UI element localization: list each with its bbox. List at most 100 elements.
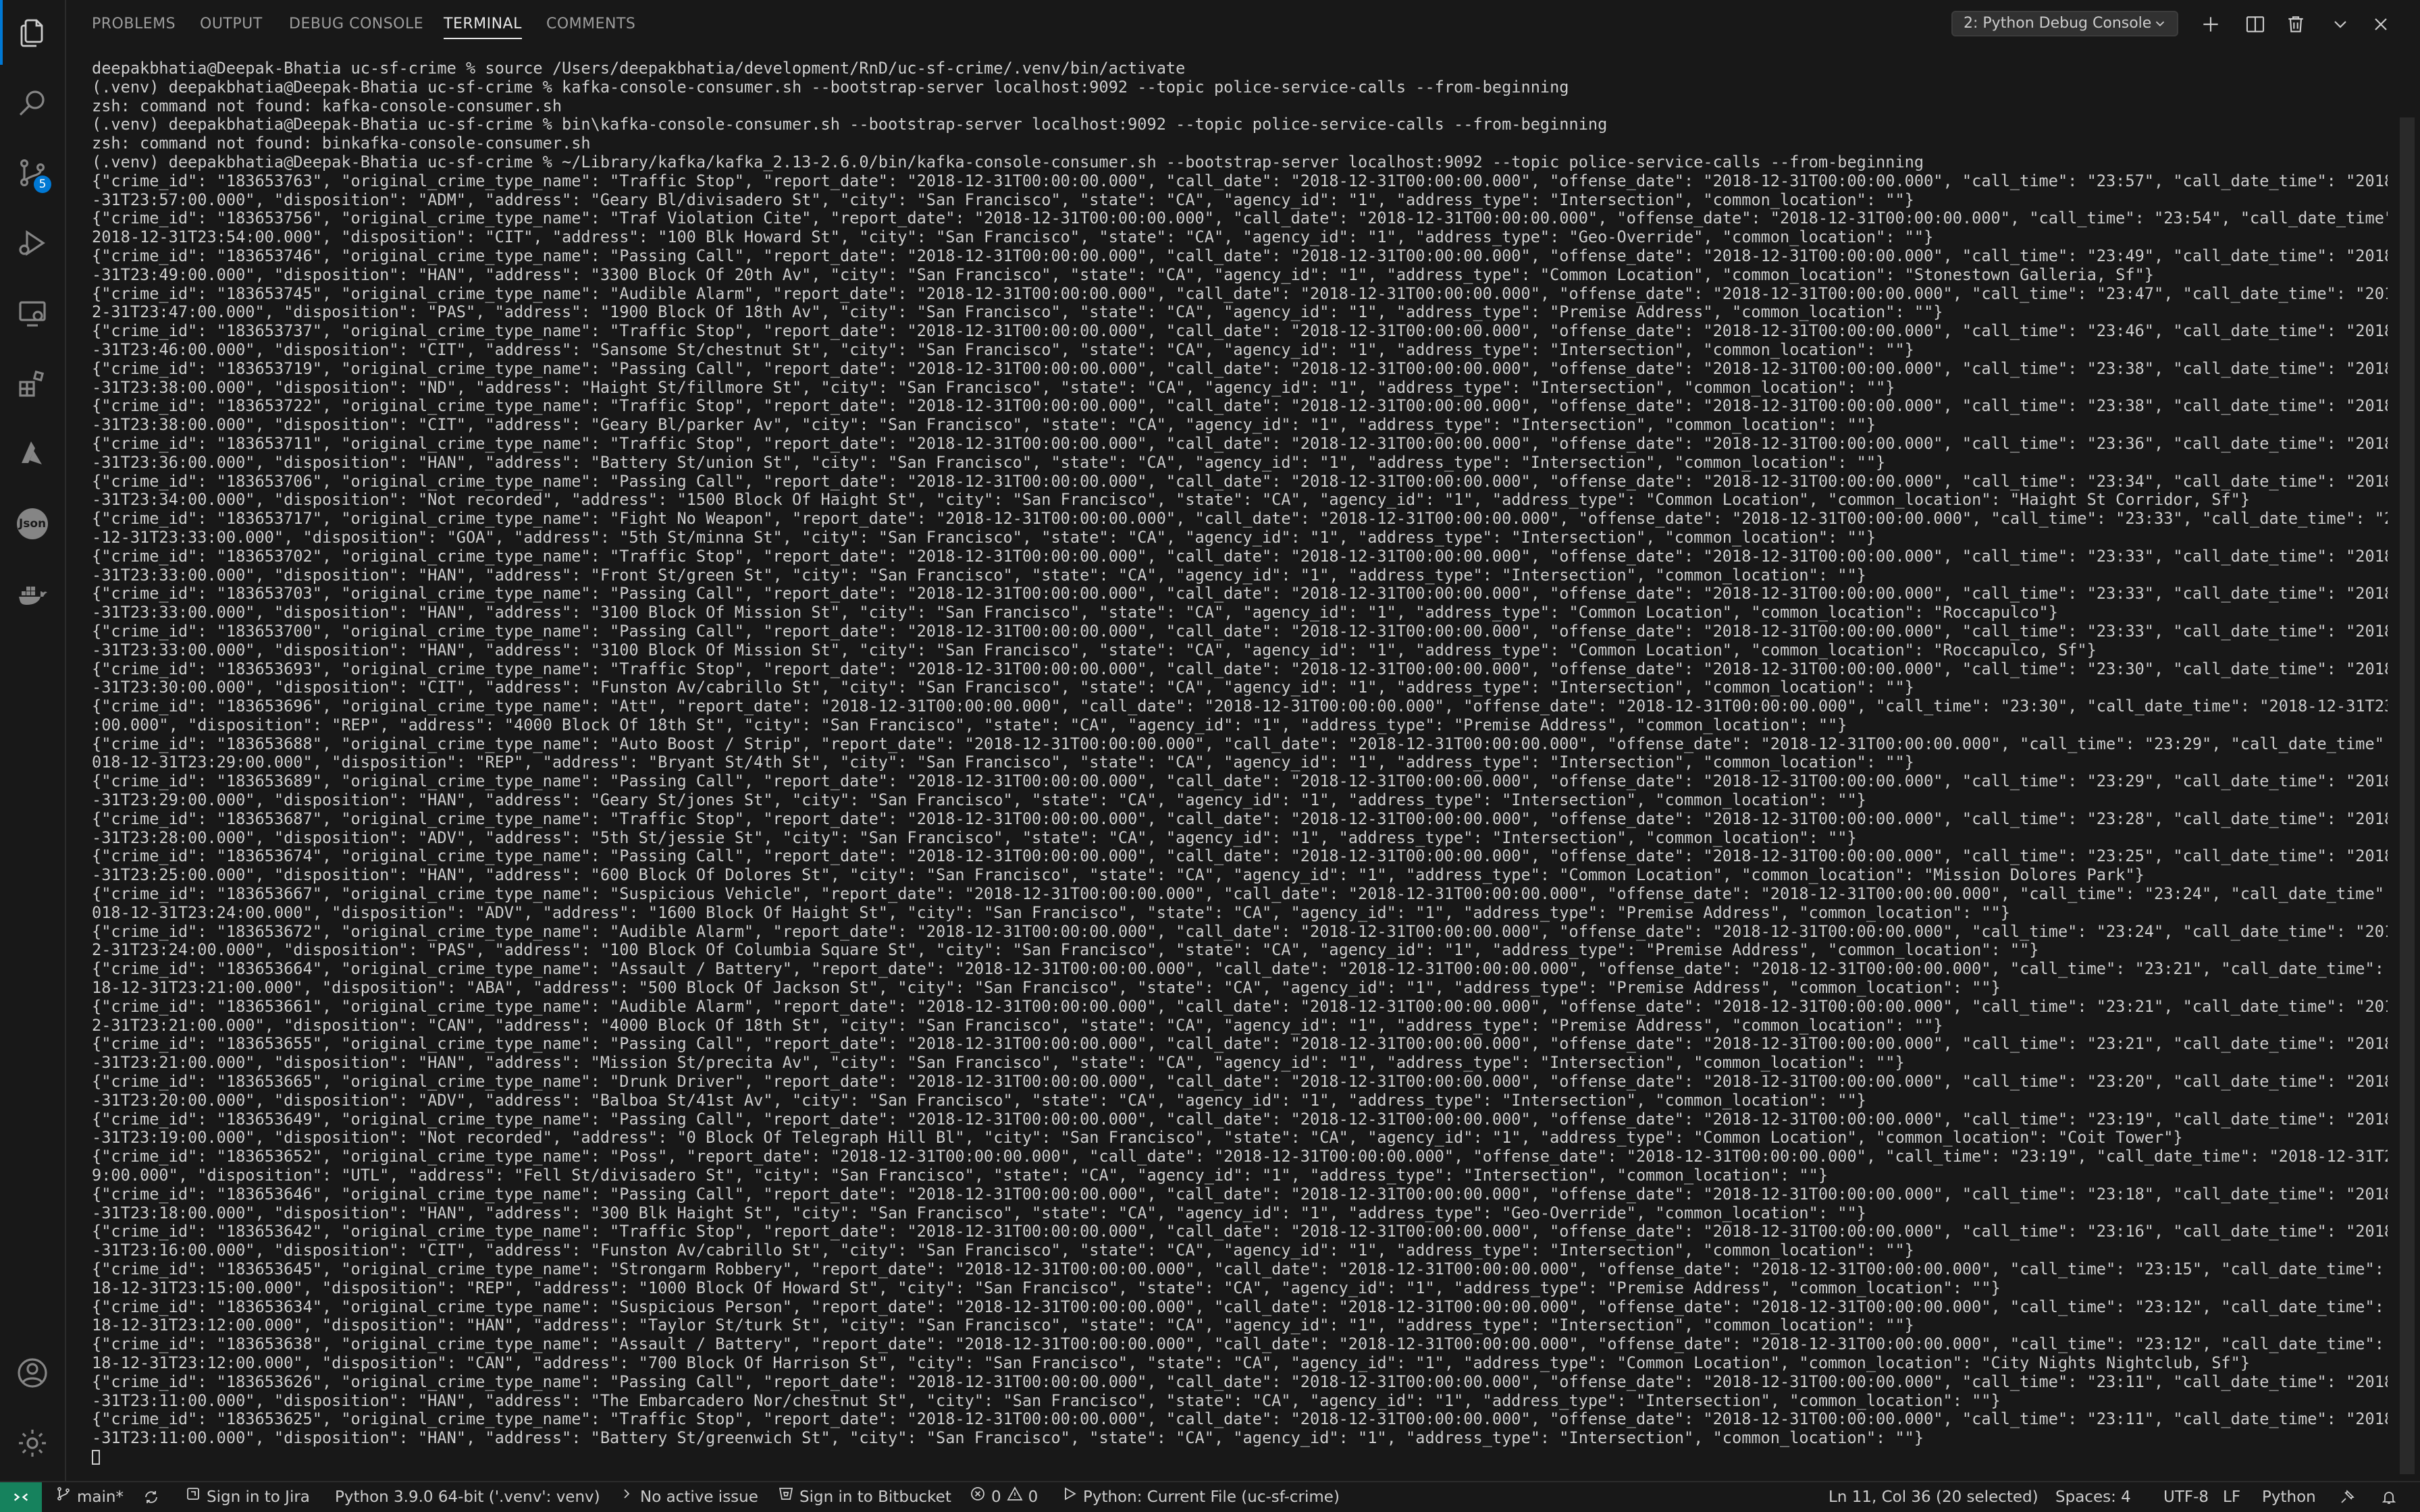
terminal-line: -31T23:30:00.000", "disposition": "CIT",… — [92, 678, 1914, 697]
terminal-line: {"crime_id": "183653649", "original_crim… — [92, 1109, 2388, 1129]
terminal-line: {"crime_id": "183653634", "original_crim… — [92, 1297, 2388, 1316]
tab-terminal[interactable]: TERMINAL — [444, 0, 522, 49]
terminal-line: {"crime_id": "183653688", "original_crim… — [92, 734, 2388, 753]
remote-explorer-icon[interactable] — [0, 281, 65, 346]
terminal-line: -31T23:36:00.000", "disposition": "HAN",… — [92, 452, 1886, 472]
sync-icon[interactable] — [143, 1482, 159, 1512]
terminal-line: -31T23:49:00.000", "disposition": "HAN",… — [92, 265, 2154, 284]
terminal-line: 2-31T23:47:00.000", "disposition": "PAS"… — [92, 302, 1943, 322]
tab-output[interactable]: OUTPUT — [200, 0, 263, 49]
git-branch-icon — [55, 1482, 72, 1512]
terminal-line: {"crime_id": "183653661", "original_crim… — [92, 996, 2388, 1016]
terminal-line: {"crime_id": "183653638", "original_crim… — [92, 1334, 2388, 1354]
terminal-line: {"crime_id": "183653745", "original_crim… — [92, 284, 2388, 303]
terminal-line: {"crime_id": "183653719", "original_crim… — [92, 358, 2388, 378]
bitbucket-sign-in[interactable]: Sign in to Bitbucket — [778, 1482, 951, 1512]
terminal-line: 2-31T23:21:00.000", "disposition": "CAN"… — [92, 1015, 1943, 1035]
terminal-line: {"crime_id": "183653642", "original_crim… — [92, 1222, 2388, 1241]
terminal-line: {"crime_id": "183653693", "original_crim… — [92, 659, 2388, 678]
notifications-bell-icon[interactable] — [2381, 1482, 2397, 1512]
terminal-line: -31T23:11:00.000", "disposition": "HAN",… — [92, 1390, 2001, 1410]
remote-indicator[interactable] — [0, 1482, 42, 1512]
end-of-line[interactable]: LF — [2223, 1482, 2240, 1512]
terminal-line: {"crime_id": "183653646", "original_crim… — [92, 1184, 2388, 1204]
python-interpreter[interactable]: Python 3.9.0 64-bit ('.venv': venv) — [335, 1482, 600, 1512]
cursor-position[interactable]: Ln 11, Col 36 (20 selected) — [1829, 1482, 2038, 1512]
tab-problems[interactable]: PROBLEMS — [92, 0, 176, 49]
terminal-line: {"crime_id": "183653625", "original_crim… — [92, 1409, 2388, 1429]
chevron-down-icon[interactable] — [2324, 8, 2357, 40]
tab-debug-console[interactable]: DEBUG CONSOLE — [289, 0, 423, 49]
terminal-line: (.venv) deepakbhatia@Deepak-Bhatia uc-sf… — [92, 115, 1608, 134]
terminal-line: {"crime_id": "183653717", "original_crim… — [92, 509, 2388, 529]
terminal-line: {"crime_id": "183653711", "original_crim… — [92, 433, 2388, 453]
terminal-line: {"crime_id": "183653687", "original_crim… — [92, 809, 2388, 828]
azure-icon[interactable] — [0, 421, 65, 486]
jira-sign-in[interactable]: Sign in to Jira — [185, 1482, 310, 1512]
trash-icon[interactable] — [2280, 8, 2312, 40]
run-debug-icon[interactable] — [0, 211, 65, 275]
new-terminal-plus-icon[interactable] — [2194, 8, 2227, 40]
debug-icon — [1061, 1482, 1078, 1512]
terminal-line: -31T23:57:00.000", "disposition": "ADM",… — [92, 190, 1914, 209]
status-bar: main* Sign in to Jira Python 3.9.0 64-bi… — [0, 1481, 2420, 1512]
terminal-line: -31T23:38:00.000", "disposition": "ND", … — [92, 377, 1895, 397]
terminal-line: {"crime_id": "183653696", "original_crim… — [92, 697, 2388, 716]
run-configuration[interactable]: Python: Current File (uc-sf-crime) — [1061, 1482, 1340, 1512]
activity-bar: 5 Json — [0, 0, 66, 1481]
terminal-line: -31T23:33:00.000", "disposition": "HAN",… — [92, 565, 1866, 585]
terminal-line: {"crime_id": "183653667", "original_crim… — [92, 884, 2388, 904]
source-control-badge: 5 — [34, 176, 51, 193]
feedback-icon[interactable] — [2339, 1482, 2355, 1512]
git-branch[interactable]: main* — [55, 1482, 124, 1512]
terminal-line: {"crime_id": "183653689", "original_crim… — [92, 772, 2388, 791]
terminal-line: deepakbhatia@Deepak-Bhatia uc-sf-crime %… — [92, 59, 1186, 78]
terminal-line: -31T23:28:00.000", "disposition": "ADV",… — [92, 828, 1857, 847]
language-mode[interactable]: Python — [2262, 1482, 2316, 1512]
terminal-line: -31T23:46:00.000", "disposition": "CIT",… — [92, 340, 1914, 359]
terminal-line: {"crime_id": "183653655", "original_crim… — [92, 1034, 2388, 1054]
terminal-line: -31T23:19:00.000", "disposition": "Not r… — [92, 1128, 2183, 1148]
terminal-line: 18-12-31T23:12:00.000", "disposition": "… — [92, 1316, 1914, 1335]
terminal-line: {"crime_id": "183653756", "original_crim… — [92, 209, 2388, 228]
explorer-icon[interactable] — [0, 0, 65, 65]
chevron-right-icon — [619, 1482, 635, 1512]
terminal-line: -31T23:34:00.000", "disposition": "Not r… — [92, 490, 2251, 510]
terminal-line: {"crime_id": "183653664", "original_crim… — [92, 959, 2388, 979]
account-icon[interactable] — [0, 1341, 65, 1405]
terminal-line: {"crime_id": "183653700", "original_crim… — [92, 621, 2388, 641]
tab-comments[interactable]: COMMENTS — [546, 0, 635, 49]
terminal-line: -31T23:18:00.000", "disposition": "HAN",… — [92, 1203, 1866, 1222]
encoding[interactable]: UTF-8 — [2163, 1482, 2209, 1512]
terminal-line: 9:00.000", "disposition": "UTL", "addres… — [92, 1166, 1829, 1185]
terminal-output[interactable]: deepakbhatia@Deepak-Bhatia uc-sf-crime %… — [92, 59, 2388, 1477]
search-icon[interactable] — [0, 70, 65, 135]
terminal-select[interactable]: 2: Python Debug Console — [1951, 11, 2178, 36]
terminal-line: 2018-12-31T23:54:00.000", "disposition":… — [92, 227, 1934, 247]
chevron-down-icon — [2153, 12, 2167, 43]
source-control-icon[interactable]: 5 — [0, 140, 65, 205]
terminal-line: -31T23:25:00.000", "disposition": "HAN",… — [92, 865, 2145, 885]
close-icon[interactable] — [2365, 8, 2397, 40]
terminal-line: {"crime_id": "183653665", "original_crim… — [92, 1072, 2388, 1091]
terminal-line: 018-12-31T23:24:00.000", "disposition": … — [92, 902, 2010, 922]
active-issue[interactable]: No active issue — [619, 1482, 758, 1512]
extensions-icon[interactable] — [0, 351, 65, 416]
terminal-line: :00.000", "disposition": "REP", "address… — [92, 715, 1847, 734]
indentation[interactable]: Spaces: 4 — [2055, 1482, 2131, 1512]
split-terminal-icon[interactable] — [2239, 8, 2271, 40]
terminal-line: 018-12-31T23:29:00.000", "disposition": … — [92, 753, 1914, 772]
docker-icon[interactable] — [0, 562, 65, 626]
terminal-line: -31T23:21:00.000", "disposition": "HAN",… — [92, 1053, 1905, 1073]
bitbucket-icon — [778, 1482, 794, 1512]
terminal-line: {"crime_id": "183653722", "original_crim… — [92, 396, 2388, 416]
terminal-line: -31T23:38:00.000", "disposition": "CIT",… — [92, 415, 1876, 435]
json-icon[interactable]: Json — [0, 491, 65, 556]
terminal-line: -31T23:16:00.000", "disposition": "CIT",… — [92, 1241, 1914, 1260]
terminal-line: {"crime_id": "183653626", "original_crim… — [92, 1372, 2388, 1391]
settings-gear-icon[interactable] — [0, 1411, 65, 1476]
problems-indicator[interactable]: 0 0 — [970, 1482, 1038, 1512]
terminal-line: -31T23:33:00.000", "disposition": "HAN",… — [92, 603, 2058, 622]
error-icon — [970, 1482, 986, 1512]
terminal-scrollbar[interactable] — [2400, 117, 2415, 1474]
